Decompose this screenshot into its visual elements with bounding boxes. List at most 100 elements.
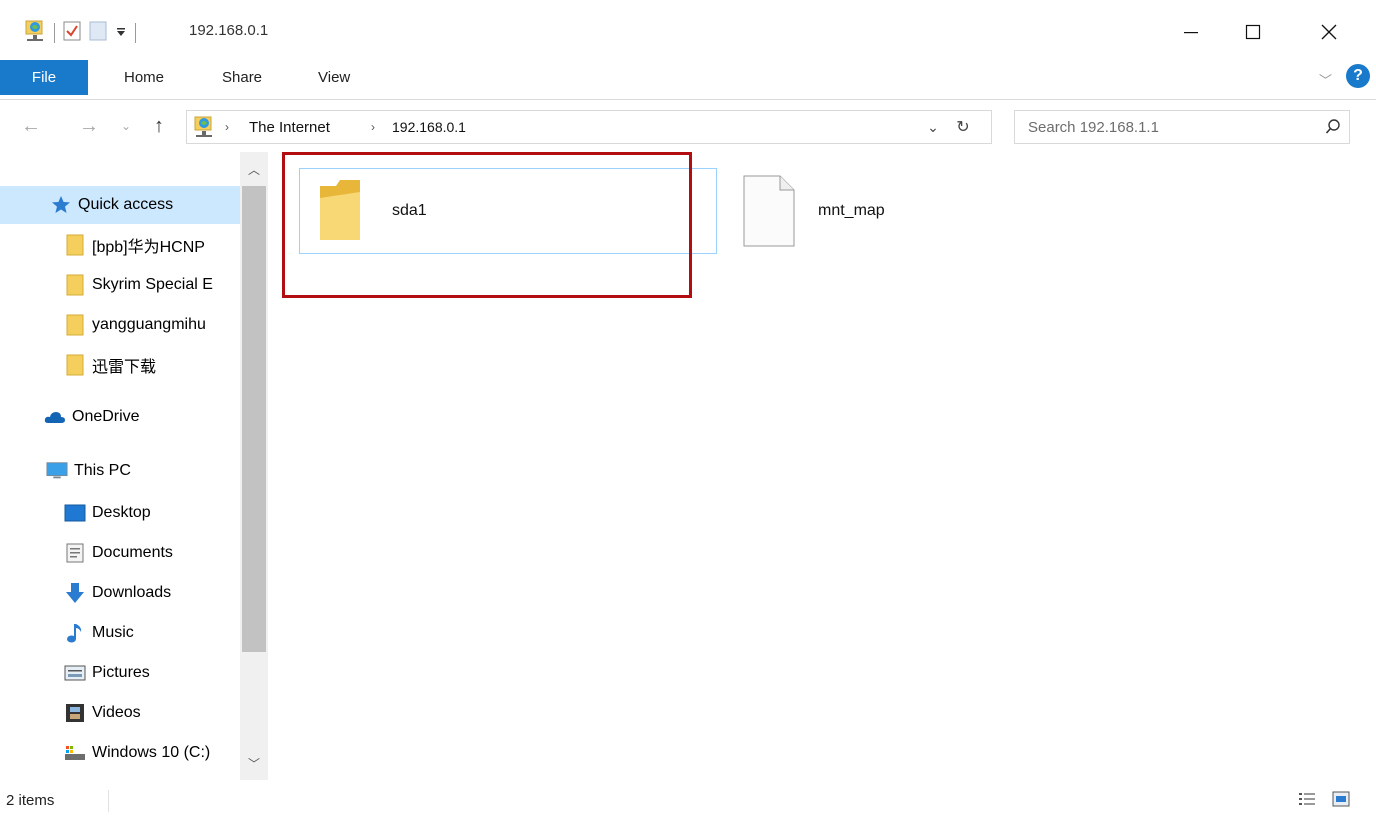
music-note-icon (64, 622, 86, 644)
folder-icon (318, 176, 364, 246)
network-location-icon (193, 115, 215, 143)
quick-access-toolbar (24, 20, 136, 46)
chevron-down-icon: ⌄ (927, 118, 939, 135)
sidebar-item-label: Pictures (92, 664, 150, 681)
sidebar-item-label: Skyrim Special E (92, 276, 213, 293)
address-bar[interactable]: › The Internet › 192.168.0.1 ⌄ ↻ (186, 110, 992, 144)
download-arrow-icon (64, 582, 86, 604)
close-icon (1321, 24, 1337, 40)
sidebar-item-onedrive[interactable]: OneDrive (0, 398, 240, 436)
scrollbar-thumb[interactable] (242, 186, 266, 652)
sidebar-item-pinned-folder[interactable]: [bpb]华为HCNP (0, 226, 240, 264)
sidebar-item-pinned-folder[interactable]: yangguangmihu (0, 306, 240, 344)
file-item-folder[interactable]: sda1 (299, 168, 717, 254)
properties-icon[interactable] (63, 21, 81, 45)
window-title: 192.168.0.1 (189, 22, 269, 39)
breadcrumb-separator-icon[interactable]: › (371, 111, 375, 143)
forward-arrow-icon: → (79, 114, 99, 137)
minimize-button[interactable] (1168, 14, 1214, 50)
tab-home[interactable]: Home (124, 60, 164, 95)
up-arrow-icon: ↑ (154, 114, 164, 137)
file-name: mnt_map (818, 202, 885, 219)
sidebar-item-label: Music (92, 624, 134, 641)
sidebar-item-label: Desktop (92, 504, 151, 521)
navigation-bar: ← → ⌄ ↑ › The Internet › 192.168.0.1 ⌄ ↻ (0, 100, 1376, 152)
scroll-up-arrow-icon[interactable]: ︿ (240, 158, 268, 180)
film-icon (64, 702, 86, 724)
details-view-icon (1299, 793, 1315, 805)
search-box[interactable] (1014, 110, 1350, 144)
separator (108, 790, 109, 812)
new-folder-icon[interactable] (89, 21, 107, 45)
large-icons-view-button[interactable] (1330, 788, 1352, 810)
status-bar: 2 items (0, 780, 1376, 818)
minimize-icon (1184, 32, 1198, 34)
maximize-icon (1245, 24, 1261, 40)
title-bar: 192.168.0.1 (0, 0, 1376, 60)
maximize-button[interactable] (1230, 14, 1276, 50)
folder-icon (64, 354, 86, 376)
separator (54, 23, 55, 43)
back-button[interactable]: ← (16, 112, 46, 140)
back-arrow-icon: ← (21, 114, 41, 137)
close-button[interactable] (1306, 14, 1352, 50)
drive-icon (64, 742, 86, 764)
breadcrumb-current[interactable]: 192.168.0.1 (392, 111, 466, 143)
sidebar-item-this-pc[interactable]: This PC (0, 452, 240, 490)
sidebar-item-desktop[interactable]: Desktop (0, 494, 240, 532)
sidebar-item-local-disk[interactable]: Windows 10 (C:) (0, 734, 240, 772)
recent-locations-button[interactable]: ⌄ (116, 112, 136, 140)
sidebar-item-label: Windows 10 (C:) (92, 744, 211, 761)
expand-ribbon-chevron-icon[interactable]: ﹀ (1319, 70, 1332, 89)
breadcrumb-separator-icon[interactable]: › (225, 111, 229, 143)
search-icon[interactable] (1325, 118, 1341, 140)
desktop-icon (64, 502, 86, 524)
star-icon (50, 194, 72, 216)
file-item-file[interactable]: mnt_map (738, 168, 1038, 254)
large-icons-view-icon (1332, 791, 1350, 807)
sidebar-item-quick-access[interactable]: Quick access (0, 186, 240, 224)
details-view-button[interactable] (1296, 788, 1318, 810)
tab-file[interactable]: File (0, 60, 88, 95)
folder-icon (64, 274, 86, 296)
item-count: 2 items (6, 792, 55, 809)
sidebar-item-pinned-folder[interactable]: Skyrim Special E (0, 266, 240, 304)
sidebar-item-label: Documents (92, 544, 173, 561)
scroll-down-arrow-icon[interactable]: ﹀ (240, 752, 268, 774)
folder-icon (64, 234, 86, 256)
address-dropdown-button[interactable]: ⌄ (920, 111, 946, 143)
tab-view[interactable]: View (318, 60, 350, 95)
computer-icon (46, 460, 68, 482)
cloud-icon (44, 406, 66, 428)
sidebar-item-music[interactable]: Music (0, 614, 240, 652)
network-location-icon[interactable] (24, 19, 46, 47)
sidebar-item-pinned-folder[interactable]: 迅雷下载 (0, 346, 240, 384)
sidebar-item-label: Downloads (92, 584, 172, 601)
sidebar-item-downloads[interactable]: Downloads (0, 574, 240, 612)
blank-file-icon (742, 173, 796, 249)
pictures-icon (64, 662, 86, 684)
navigation-pane-scrollbar[interactable]: ︿ ﹀ (240, 152, 268, 780)
chevron-down-icon: ⌄ (120, 119, 132, 133)
file-list-view[interactable]: sda1 mnt_map (268, 152, 1376, 780)
search-input[interactable] (1015, 111, 1305, 143)
tab-share[interactable]: Share (222, 60, 262, 95)
forward-button[interactable]: → (74, 112, 104, 140)
file-name: sda1 (392, 202, 427, 219)
up-button[interactable]: ↑ (144, 112, 174, 140)
separator (135, 23, 136, 43)
sidebar-item-label: yangguangmihu (92, 316, 206, 333)
customize-toolbar-icon[interactable] (115, 26, 127, 41)
folder-icon (64, 314, 86, 336)
sidebar-item-label: 迅雷下载 (92, 359, 157, 376)
sidebar-item-label: This PC (74, 462, 131, 479)
sidebar-item-label: OneDrive (72, 408, 140, 425)
sidebar-item-videos[interactable]: Videos (0, 694, 240, 732)
help-button[interactable]: ? (1346, 64, 1370, 88)
sidebar-item-label: [bpb]华为HCNP (92, 239, 205, 256)
sidebar-item-label: Quick access (78, 196, 174, 213)
breadcrumb-the-internet[interactable]: The Internet (249, 111, 330, 143)
refresh-button[interactable]: ↻ (950, 111, 976, 143)
sidebar-item-pictures[interactable]: Pictures (0, 654, 240, 692)
sidebar-item-documents[interactable]: Documents (0, 534, 240, 572)
